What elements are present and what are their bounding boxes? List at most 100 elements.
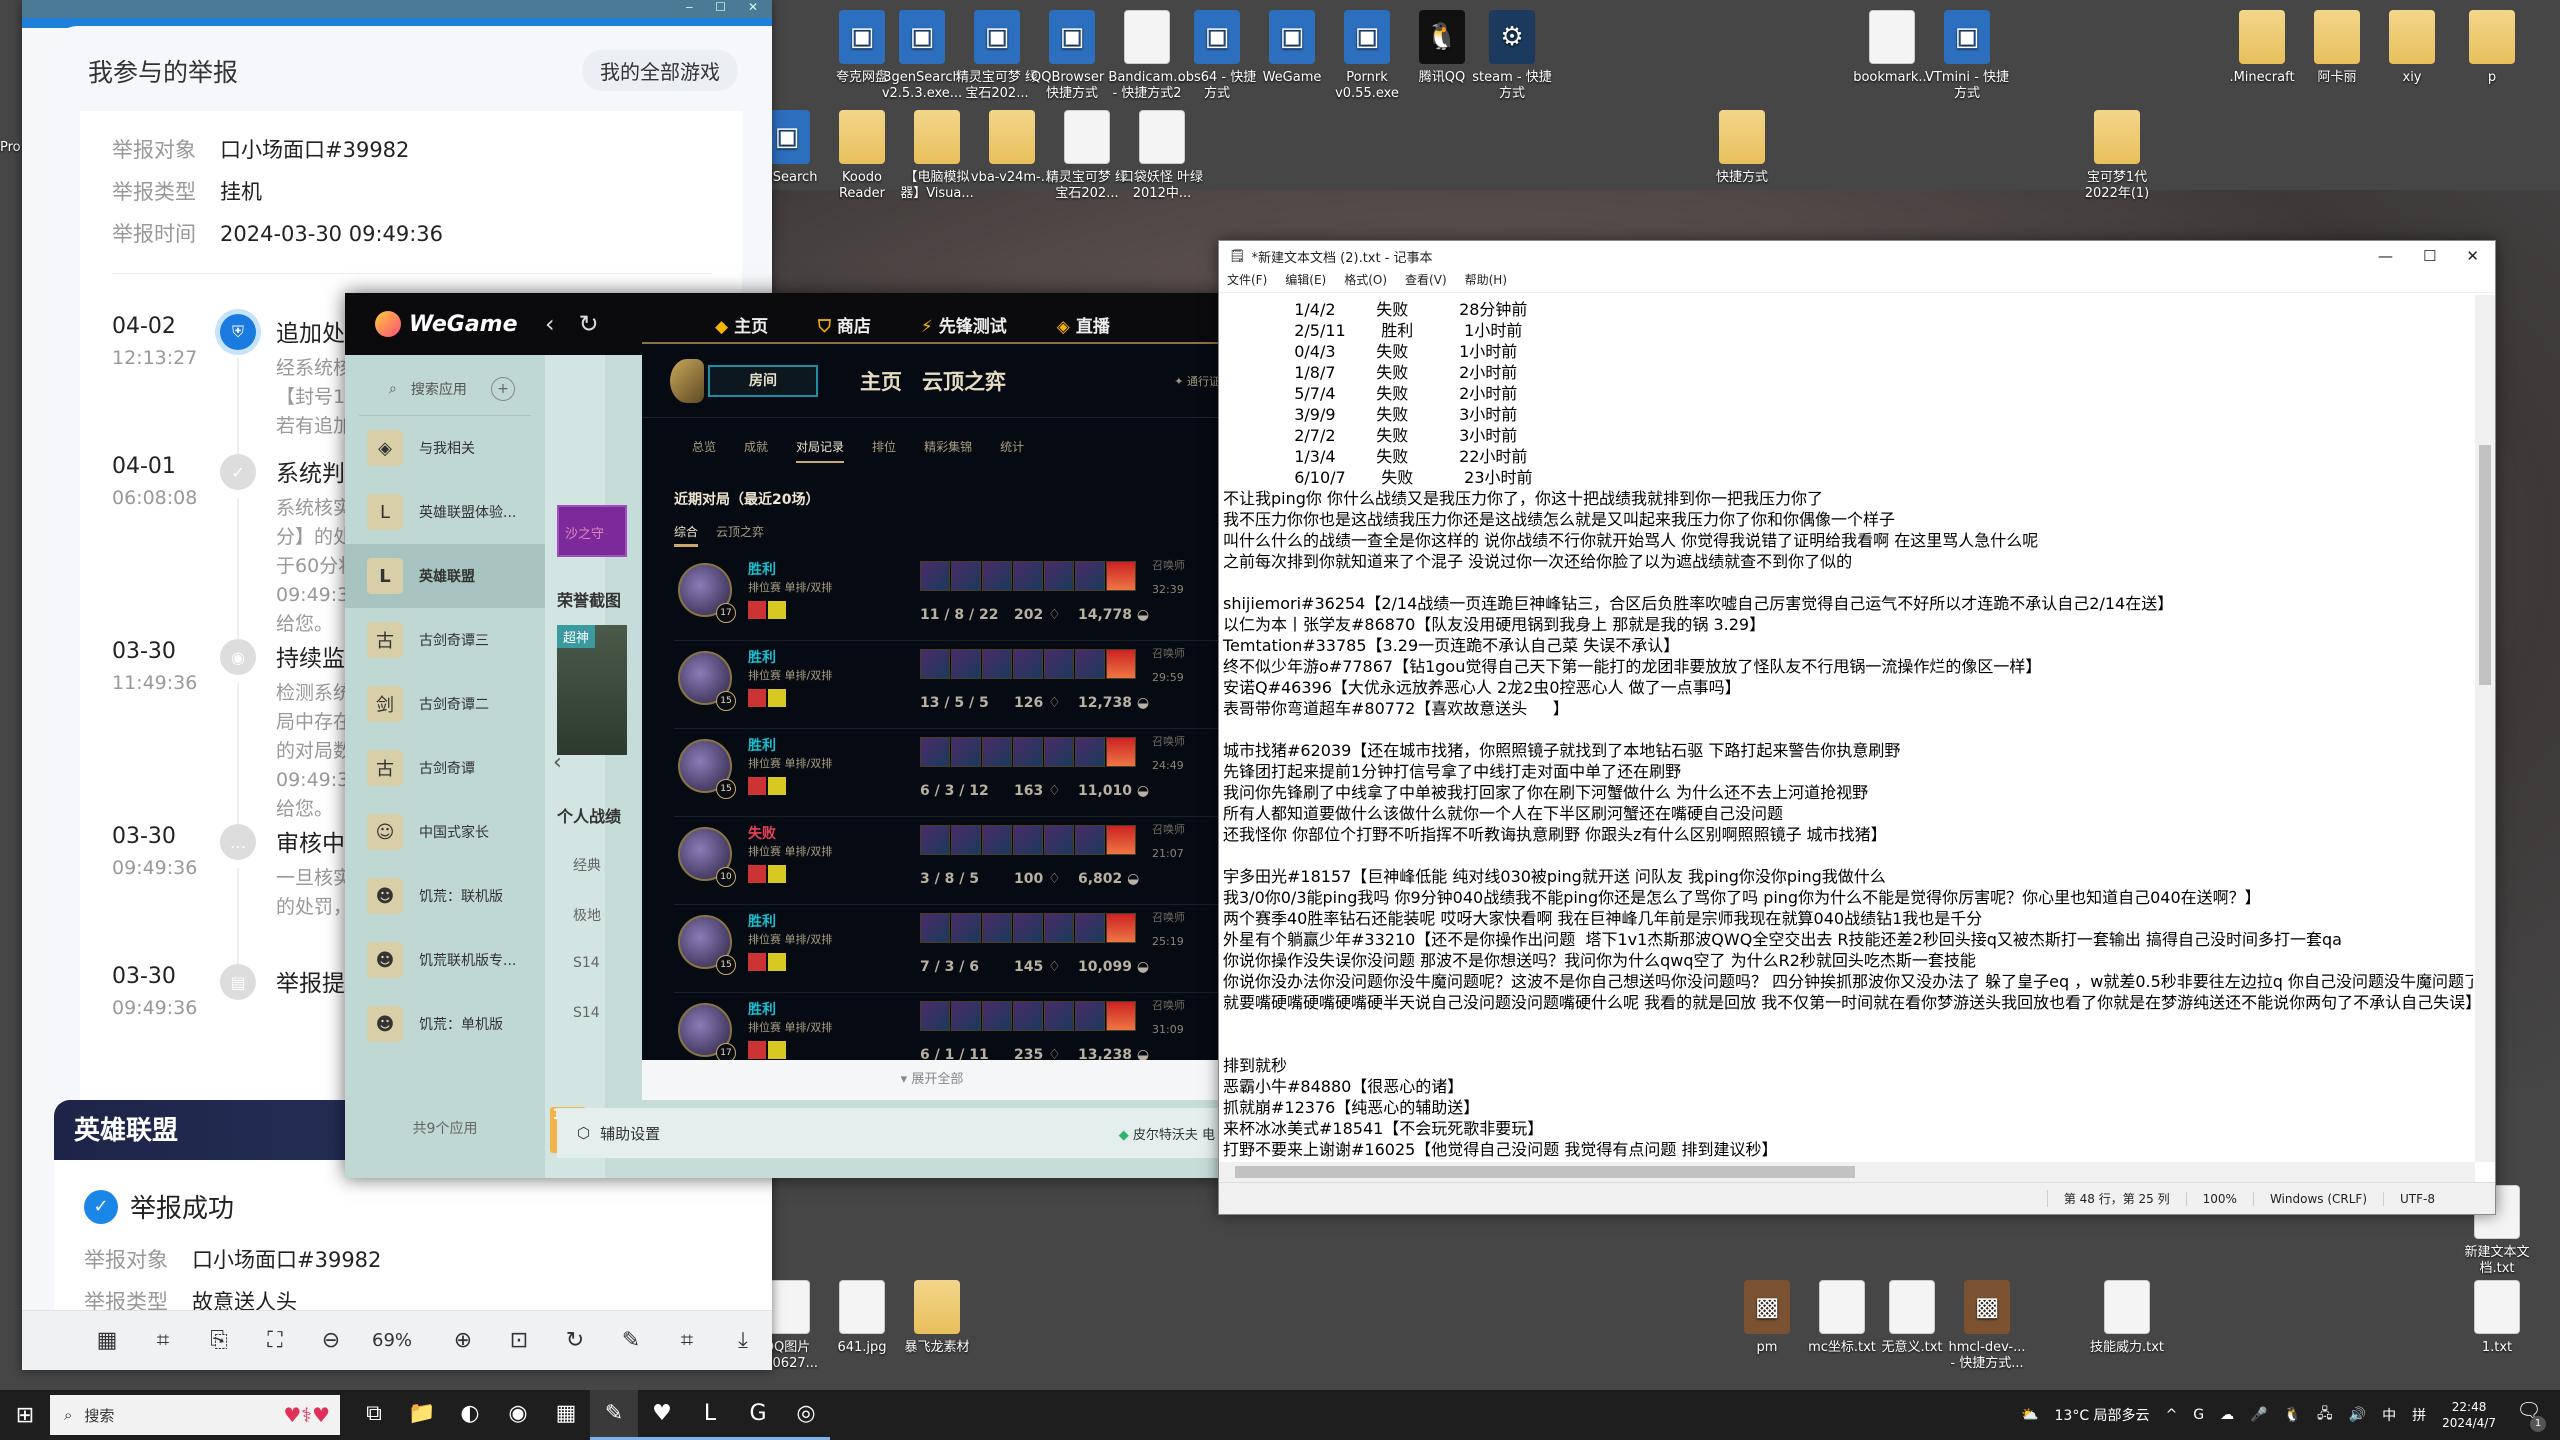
event-banner[interactable]: 沙之守 [557, 505, 627, 557]
sidebar-app-item[interactable]: ◈ 与我相关 [345, 416, 545, 480]
microphone-icon[interactable]: 🎤 [2250, 1407, 2267, 1423]
horizontal-scrollbar[interactable] [1219, 1162, 2475, 1182]
match-mode-tab[interactable]: 综合 [674, 523, 699, 547]
search-input[interactable]: 搜索应用 [411, 379, 467, 399]
taskbar-task-view[interactable]: ⧉ [350, 1390, 398, 1440]
room-button[interactable]: 房间 [708, 364, 818, 397]
notification-center[interactable]: 🗨 1 [2512, 1398, 2546, 1432]
ime-mode[interactable]: 拼 [2412, 1405, 2426, 1425]
desktop-icon[interactable]: ▩ pm [1725, 1280, 1809, 1356]
gallery-icon[interactable]: ▦ [92, 1328, 122, 1353]
volume-icon[interactable]: 🔊 [2349, 1407, 2366, 1423]
scroll-thumb[interactable] [1235, 1166, 1855, 1178]
profile-subtab[interactable]: 排位 [872, 438, 896, 463]
desktop-icon[interactable]: .Minecraft [2220, 10, 2304, 86]
taskbar-obs[interactable]: ◎ [782, 1390, 830, 1440]
close-icon[interactable]: ✕ [2466, 247, 2479, 265]
crop-icon[interactable]: ⌗ [672, 1328, 702, 1353]
battle-pass-button[interactable]: ✦ 通行证 [1174, 373, 1220, 389]
desktop-icon[interactable]: bookmark... [1850, 10, 1934, 86]
desktop-icon[interactable]: 641.jpg [820, 1280, 904, 1356]
ime-indicator[interactable]: 中 [2382, 1405, 2396, 1425]
match-row[interactable]: 17 胜利 排位赛 单排/双排 11 / 8 / 22 202 ♢ 14,778 ◒ 召唤师… [674, 553, 1222, 641]
chevron-up-icon[interactable]: ^ [2166, 1407, 2178, 1423]
desktop-icon[interactable]: 1.txt [2455, 1280, 2539, 1356]
sidebar-app-item[interactable]: L 英雄联盟体验... [345, 480, 545, 544]
desktop-icon[interactable]: ⚙ steam - 快捷方式 [1470, 10, 1554, 102]
zoom-in-icon[interactable]: ⊕ [448, 1328, 478, 1353]
desktop-icon[interactable]: 口袋妖怪 叶绿 2012中... [1120, 110, 1204, 202]
menu-item[interactable]: 编辑(E) [1285, 271, 1326, 292]
tab-test[interactable]: ⚡ 先锋测试 [921, 312, 1007, 337]
desktop-icon[interactable]: vba-v24m-... [970, 110, 1054, 186]
minimize-icon[interactable]: ‒ [686, 0, 694, 18]
sidebar-app-item[interactable]: ☻ 饥荒联机版专... [345, 928, 545, 992]
refresh-icon[interactable]: ↻ [579, 310, 599, 338]
restore-icon[interactable]: ☐ [715, 0, 726, 18]
vertical-scrollbar[interactable] [2475, 295, 2495, 1162]
back-icon[interactable]: ‹ [545, 310, 555, 338]
desktop-icon[interactable]: 阿卡丽 [2295, 10, 2379, 86]
match-mode-tab[interactable]: 云顶之弈 [716, 523, 764, 547]
profile-subtab[interactable]: 总览 [692, 438, 716, 463]
taskbar-calculator[interactable]: ▦ [542, 1390, 590, 1440]
sidebar-app-item[interactable]: 剑古剑奇谭二 [345, 672, 545, 736]
match-row[interactable]: 15 胜利 排位赛 单排/双排 6 / 3 / 12 163 ♢ 11,010 ◒ 召唤师 2… [674, 729, 1222, 817]
sidebar-app-item[interactable]: 古古剑奇谭 [345, 736, 545, 800]
sidebar-app-item[interactable]: ☺ 中国式家长 [345, 800, 545, 864]
tab-home[interactable]: ◆ 主页 [715, 312, 768, 337]
taskbar-heart-app[interactable]: ♥ [638, 1390, 686, 1440]
menu-item[interactable]: 帮助(H) [1465, 271, 1507, 292]
desktop-icon[interactable]: ▣ WeGame [1250, 10, 1334, 86]
desktop-icon[interactable]: 无意义.txt [1870, 1280, 1954, 1356]
match-row[interactable]: 10 失败 排位赛 单排/双排 3 / 8 / 5 100 ♢ 6,802 ◒ 召唤师 21:… [674, 817, 1222, 905]
desktop-icon[interactable]: xiy [2370, 10, 2454, 86]
lol-nav-link[interactable]: 主页 [860, 366, 902, 396]
desktop-icon[interactable]: 暴飞龙素材 [895, 1280, 979, 1356]
profile-subtab[interactable]: 成就 [744, 438, 768, 463]
wegame-search[interactable]: ⌕ 搜索应用 + [359, 355, 531, 416]
desktop-icon[interactable]: Koodo Reader [820, 110, 904, 202]
menu-item[interactable]: 文件(F) [1227, 271, 1267, 292]
assist-settings-button[interactable]: 辅助设置 [600, 1123, 660, 1144]
taskbar-firefox[interactable]: ◉ [494, 1390, 542, 1440]
desktop-icon[interactable]: 快捷方式 [1700, 110, 1784, 186]
translate-icon[interactable]: ⎘ [204, 1328, 234, 1353]
taskbar-search[interactable]: ⌕ 搜索 ♥⚕♥ [50, 1395, 340, 1435]
desktop-icon[interactable]: ▣ 精灵宝可梦 绿宝石202... [955, 10, 1039, 102]
maximize-icon[interactable]: ☐ [2423, 247, 2436, 265]
cloud-icon[interactable]: ☁ [2220, 1407, 2234, 1423]
tab-live[interactable]: ◈ 直播 [1057, 312, 1110, 337]
tab-shop[interactable]: ⛉ 商店 [818, 312, 871, 337]
taskbar-wegame[interactable]: G [734, 1390, 782, 1440]
desktop-icon[interactable]: ▣ 3genSearch v2.5.3.exe... [880, 10, 964, 102]
start-button[interactable]: ⊞ [0, 1403, 50, 1428]
fit-screen-icon[interactable]: ⛶ [260, 1328, 290, 1353]
search-input[interactable]: 搜索 [84, 1405, 114, 1426]
expand-all-button[interactable]: ▾ 展开全部 [642, 1060, 1222, 1100]
match-row[interactable]: 15 胜利 排位赛 单排/双排 7 / 3 / 6 145 ♢ 10,099 ◒ 召唤师 25… [674, 905, 1222, 993]
download-icon[interactable]: ⤓ [728, 1328, 758, 1353]
add-app-icon[interactable]: + [491, 377, 515, 401]
menu-item[interactable]: 查看(V) [1405, 271, 1447, 292]
edit-icon[interactable]: ✎ [616, 1328, 646, 1353]
honor-screenshot[interactable]: 超神 [557, 625, 627, 755]
network-icon[interactable]: 🖧 [2317, 1403, 2333, 1427]
close-icon[interactable]: ✕ [748, 0, 758, 18]
qq-tray-icon[interactable]: 🐧 [2284, 1407, 2301, 1423]
taskbar-league-client[interactable]: L [686, 1390, 734, 1440]
minimize-icon[interactable]: — [2378, 247, 2393, 265]
actual-size-icon[interactable]: ⊡ [504, 1328, 534, 1353]
sidebar-app-item[interactable]: L 英雄联盟 [345, 544, 545, 608]
weather-text[interactable]: 13°C 局部多云 [2055, 1405, 2150, 1425]
desktop-icon[interactable]: ▣ QQBrowser - 快捷方式 [1030, 10, 1114, 102]
desktop-icon[interactable]: p [2450, 10, 2534, 86]
zoom-out-icon[interactable]: ⊖ [316, 1328, 346, 1353]
rotate-icon[interactable]: ↻ [560, 1328, 590, 1353]
desktop-icon[interactable]: 技能威力.txt [2085, 1280, 2169, 1356]
sidebar-app-item[interactable]: 古古剑奇谭三 [345, 608, 545, 672]
ocr-icon[interactable]: ⌗ [148, 1328, 178, 1353]
profile-subtab[interactable]: 精彩集锦 [924, 438, 972, 463]
lol-nav-link[interactable]: 云顶之弈 [922, 366, 1006, 396]
desktop-icon[interactable]: 【电脑模拟器】Visua... [895, 110, 979, 202]
